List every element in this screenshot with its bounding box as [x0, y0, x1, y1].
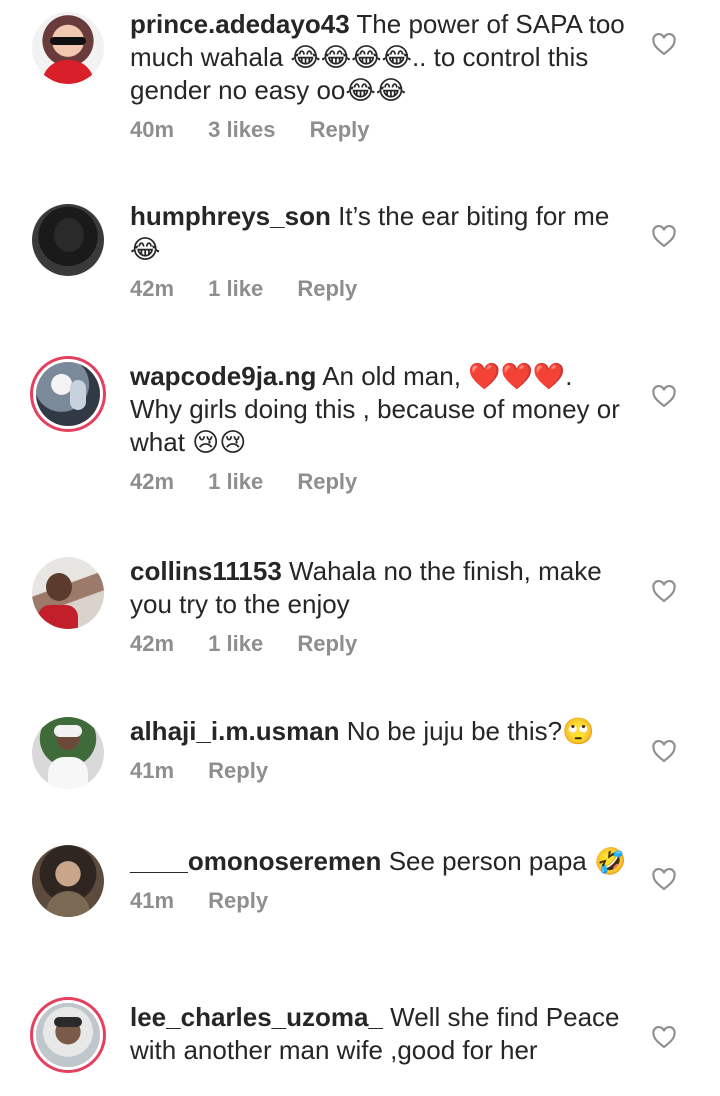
avatar[interactable]	[32, 557, 104, 629]
comment-username[interactable]: alhaji_i.m.usman	[130, 716, 340, 746]
comment-likes[interactable]: 1 like	[208, 631, 263, 656]
comment-likes[interactable]: 1 like	[208, 469, 263, 494]
comment-time: 40m	[130, 117, 175, 142]
reply-button[interactable]: Reply	[297, 469, 357, 494]
reply-button[interactable]: Reply	[297, 631, 357, 656]
comment-time: 41m	[130, 758, 175, 783]
avatar[interactable]	[32, 999, 104, 1071]
comment-username[interactable]: wapcode9ja.ng	[130, 361, 316, 391]
heart-icon[interactable]	[650, 30, 678, 58]
comment-likes[interactable]: 1 like	[208, 276, 263, 301]
avatar[interactable]	[32, 845, 104, 917]
comment-time: 42m	[130, 469, 175, 494]
comment-text: See person papa 🤣	[388, 846, 627, 876]
reply-button[interactable]: Reply	[297, 276, 357, 301]
heart-icon[interactable]	[650, 222, 678, 250]
heart-icon[interactable]	[650, 865, 678, 893]
comment-username[interactable]: collins11153	[130, 556, 282, 586]
avatar[interactable]	[32, 204, 104, 276]
comment-likes[interactable]: 3 likes	[208, 117, 275, 142]
comment-username[interactable]: lee_charles_uzoma_	[130, 1002, 383, 1032]
comment-username[interactable]: ____omonoseremen	[130, 846, 381, 876]
comment-username[interactable]: prince.adedayo43	[130, 9, 350, 39]
comment-time: 42m	[130, 631, 175, 656]
comment-text: No be juju be this?🙄	[346, 716, 595, 746]
reply-button[interactable]: Reply	[310, 117, 370, 142]
heart-icon[interactable]	[650, 577, 678, 605]
reply-button[interactable]: Reply	[208, 888, 268, 913]
comment-time: 41m	[130, 888, 175, 913]
comment-username[interactable]: humphreys_son	[130, 201, 331, 231]
heart-icon[interactable]	[650, 382, 678, 410]
heart-icon[interactable]	[650, 1023, 678, 1051]
avatar[interactable]	[32, 358, 104, 430]
avatar[interactable]	[32, 12, 104, 84]
heart-icon[interactable]	[650, 737, 678, 765]
avatar[interactable]	[32, 717, 104, 789]
reply-button[interactable]: Reply	[208, 758, 268, 783]
comment-time: 42m	[130, 276, 175, 301]
